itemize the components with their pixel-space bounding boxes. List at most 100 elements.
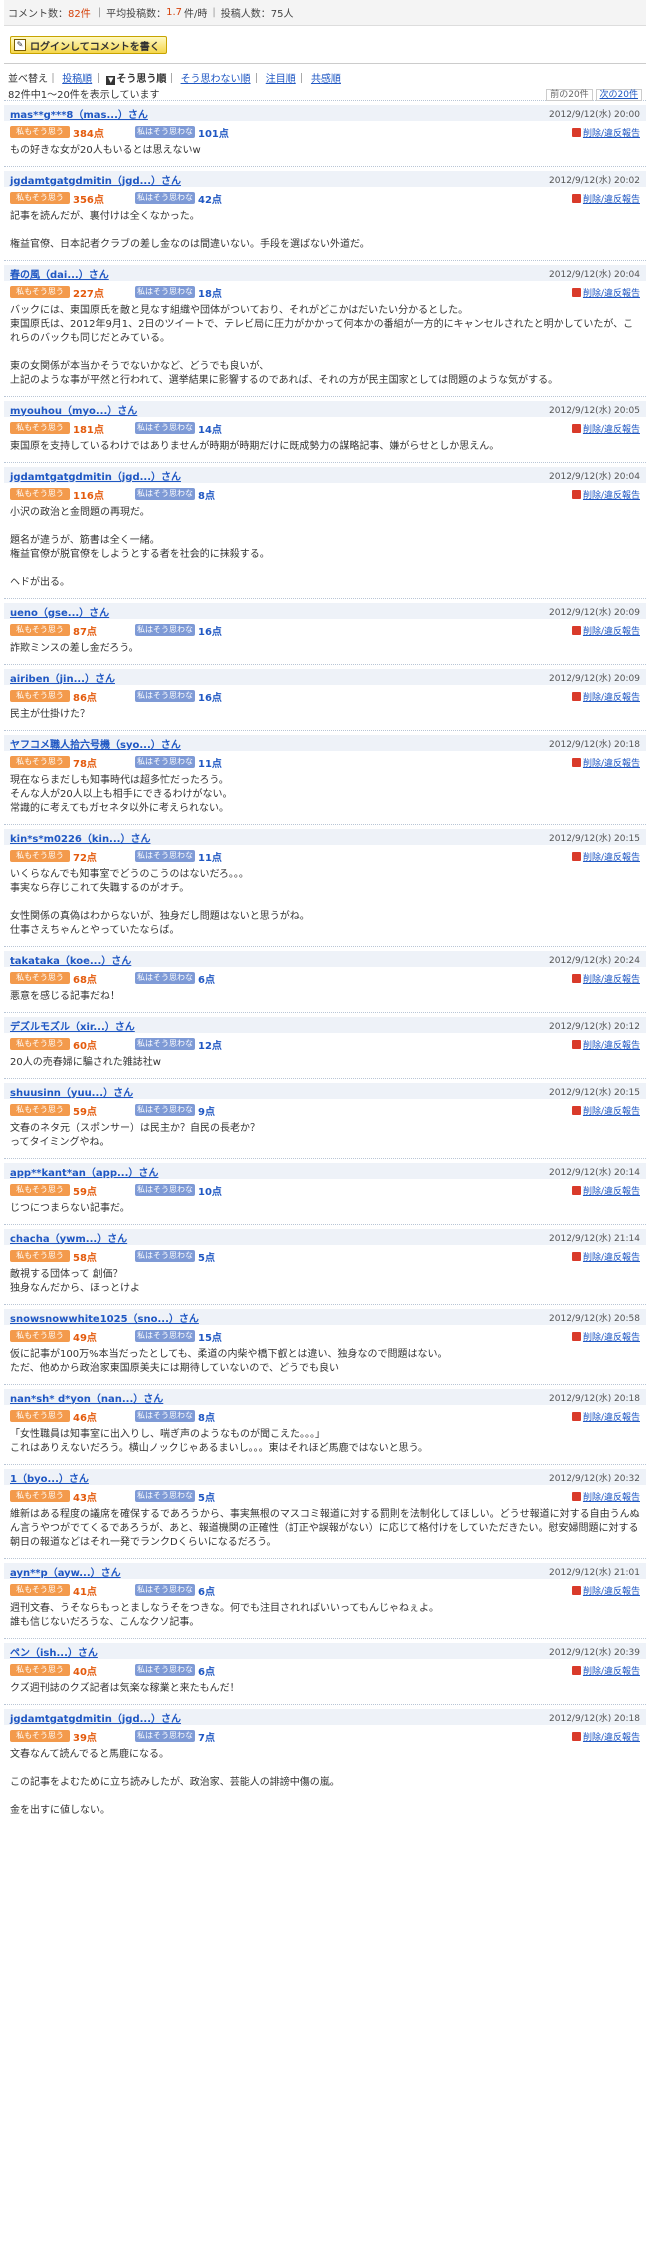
vote-row: 私もそう思う 59点 私はそう思わない 10点 削除/違反報告	[4, 1182, 646, 1206]
report-link[interactable]: 削除/違反報告	[571, 488, 640, 501]
comment-body: 民主が仕掛けた？	[4, 704, 646, 730]
agree-button[interactable]: 私もそう思う	[10, 1038, 70, 1050]
agree-button[interactable]: 私もそう思う	[10, 1250, 70, 1262]
report-link[interactable]: 削除/違反報告	[571, 690, 640, 703]
comment-username-link[interactable]: app**kant*an（app...）さん	[10, 1164, 158, 1179]
disagree-button[interactable]: 私はそう思わない	[135, 1410, 195, 1432]
stats-divider: |	[97, 7, 102, 18]
disagree-button[interactable]: 私はそう思わない	[135, 972, 195, 994]
agree-button[interactable]: 私もそう思う	[10, 1664, 70, 1676]
disagree-button[interactable]: 私はそう思わない	[135, 1490, 195, 1512]
agree-button[interactable]: 私もそう思う	[10, 488, 70, 500]
report-label: 削除/違反報告	[582, 424, 640, 435]
report-link[interactable]: 削除/違反報告	[571, 1250, 640, 1263]
report-link[interactable]: 削除/違反報告	[571, 192, 640, 205]
sort-by-sympathy[interactable]: 共感順	[311, 74, 341, 85]
comment-username-link[interactable]: kin*s*m0226（kin...）さん	[10, 830, 150, 845]
disagree-button[interactable]: 私はそう思わない	[135, 126, 195, 148]
report-link[interactable]: 削除/違反報告	[571, 624, 640, 637]
agree-button[interactable]: 私もそう思う	[10, 126, 70, 138]
agree-value: 72	[73, 852, 87, 864]
disagree-button[interactable]: 私はそう思わない	[135, 192, 195, 214]
disagree-button[interactable]: 私はそう思わない	[135, 1250, 195, 1272]
disagree-suffix: 点	[204, 1412, 215, 1424]
report-link[interactable]: 削除/違反報告	[571, 1664, 640, 1677]
comment-username-link[interactable]: デズルモズル（xir...）さん	[10, 1018, 135, 1033]
report-link[interactable]: 削除/違反報告	[571, 1104, 640, 1117]
sort-by-post[interactable]: 投稿順	[62, 74, 92, 85]
sort-by-disagree[interactable]: そう思わない順	[181, 74, 251, 85]
disagree-button[interactable]: 私はそう思わない	[135, 756, 195, 778]
report-link[interactable]: 削除/違反報告	[571, 1038, 640, 1051]
agree-button[interactable]: 私もそう思う	[10, 1410, 70, 1422]
agree-value: 58	[73, 1252, 87, 1264]
disagree-button[interactable]: 私はそう思わない	[135, 1184, 195, 1206]
comment-username-link[interactable]: ueno（gse...）さん	[10, 604, 109, 619]
comment-username-link[interactable]: 春の風（dai...）さん	[10, 266, 109, 281]
report-link[interactable]: 削除/違反報告	[571, 1490, 640, 1503]
disagree-button[interactable]: 私はそう思わない	[135, 1038, 195, 1060]
comment-username-link[interactable]: mas**g***8（mas...）さん	[10, 106, 148, 121]
agree-button[interactable]: 私もそう思う	[10, 286, 70, 298]
comment-username-link[interactable]: jgdamtgatgdmitin（jgd...）さん	[10, 468, 181, 483]
comment-username-link[interactable]: jgdamtgatgdmitin（jgd...）さん	[10, 1710, 181, 1725]
disagree-button[interactable]: 私はそう思わない	[135, 1104, 195, 1126]
comment-username-link[interactable]: ペン（ish...）さん	[10, 1644, 98, 1659]
report-link[interactable]: 削除/違反報告	[571, 286, 640, 299]
agree-button[interactable]: 私もそう思う	[10, 1584, 70, 1596]
disagree-button[interactable]: 私はそう思わない	[135, 488, 195, 510]
agree-button[interactable]: 私もそう思う	[10, 850, 70, 862]
report-link[interactable]: 削除/違反報告	[571, 972, 640, 985]
report-link[interactable]: 削除/違反報告	[571, 1184, 640, 1197]
disagree-button[interactable]: 私はそう思わない	[135, 850, 195, 872]
report-link[interactable]: 削除/違反報告	[571, 1584, 640, 1597]
comment-username-link[interactable]: ヤフコメ職人拾六号機（syo...）さん	[10, 736, 181, 751]
agree-button[interactable]: 私もそう思う	[10, 690, 70, 702]
login-comment-button[interactable]: ✎ ログインしてコメントを書く	[10, 36, 167, 54]
agree-button[interactable]: 私もそう思う	[10, 192, 70, 204]
comment-username-link[interactable]: myouhou（myo...）さん	[10, 402, 137, 417]
comment-date: 2012/9/12(水) 20:18	[549, 1393, 640, 1404]
agree-button[interactable]: 私もそう思う	[10, 1730, 70, 1742]
sort-by-attention[interactable]: 注目順	[266, 74, 296, 85]
agree-button[interactable]: 私もそう思う	[10, 1184, 70, 1196]
comment-username-link[interactable]: nan*sh* d*yon（nan...）さん	[10, 1390, 163, 1405]
report-link[interactable]: 削除/違反報告	[571, 1330, 640, 1343]
agree-button[interactable]: 私もそう思う	[10, 422, 70, 434]
report-link[interactable]: 削除/違反報告	[571, 422, 640, 435]
disagree-button[interactable]: 私はそう思わない	[135, 422, 195, 444]
comment-username-link[interactable]: chacha（ywm...）さん	[10, 1230, 127, 1245]
disagree-button[interactable]: 私はそう思わない	[135, 690, 195, 712]
agree-points: 78点	[70, 755, 135, 770]
disagree-button[interactable]: 私はそう思わない	[135, 1330, 195, 1352]
disagree-suffix: 点	[204, 1586, 215, 1598]
next-page-link[interactable]: 次の20件	[595, 88, 642, 101]
disagree-button[interactable]: 私はそう思わない	[135, 1730, 195, 1752]
agree-button[interactable]: 私もそう思う	[10, 624, 70, 636]
report-link[interactable]: 削除/違反報告	[571, 850, 640, 863]
report-link[interactable]: 削除/違反報告	[571, 126, 640, 139]
report-link[interactable]: 削除/違反報告	[571, 1730, 640, 1743]
disagree-button[interactable]: 私はそう思わない	[135, 624, 195, 646]
report-link[interactable]: 削除/違反報告	[571, 1410, 640, 1423]
disagree-button[interactable]: 私はそう思わない	[135, 1664, 195, 1686]
report-link[interactable]: 削除/違反報告	[571, 756, 640, 769]
comment-username-link[interactable]: shuusinn（yuu...）さん	[10, 1084, 133, 1099]
comment-username-link[interactable]: takataka（koe...）さん	[10, 952, 131, 967]
sort-by-agree[interactable]: ▼ そう思う順	[106, 74, 166, 85]
disagree-button[interactable]: 私はそう思わない	[135, 1584, 195, 1606]
comment-username-link[interactable]: jgdamtgatgdmitin（jgd...）さん	[10, 172, 181, 187]
comment-username-link[interactable]: 1（byo...）さん	[10, 1470, 89, 1485]
comment-username-link[interactable]: snowsnowwhite1025（sno...）さん	[10, 1310, 199, 1325]
comment-username-link[interactable]: ayn**p（ayw...）さん	[10, 1564, 121, 1579]
agree-suffix: 点	[86, 1492, 97, 1504]
agree-value: 181	[73, 424, 94, 436]
agree-button[interactable]: 私もそう思う	[10, 1330, 70, 1342]
agree-button[interactable]: 私もそう思う	[10, 972, 70, 984]
disagree-button[interactable]: 私はそう思わない	[135, 286, 195, 308]
comment-username-link[interactable]: airiben（jin...）さん	[10, 670, 115, 685]
agree-button[interactable]: 私もそう思う	[10, 756, 70, 768]
agree-button[interactable]: 私もそう思う	[10, 1490, 70, 1502]
report-label: 削除/違反報告	[582, 692, 640, 703]
agree-button[interactable]: 私もそう思う	[10, 1104, 70, 1116]
